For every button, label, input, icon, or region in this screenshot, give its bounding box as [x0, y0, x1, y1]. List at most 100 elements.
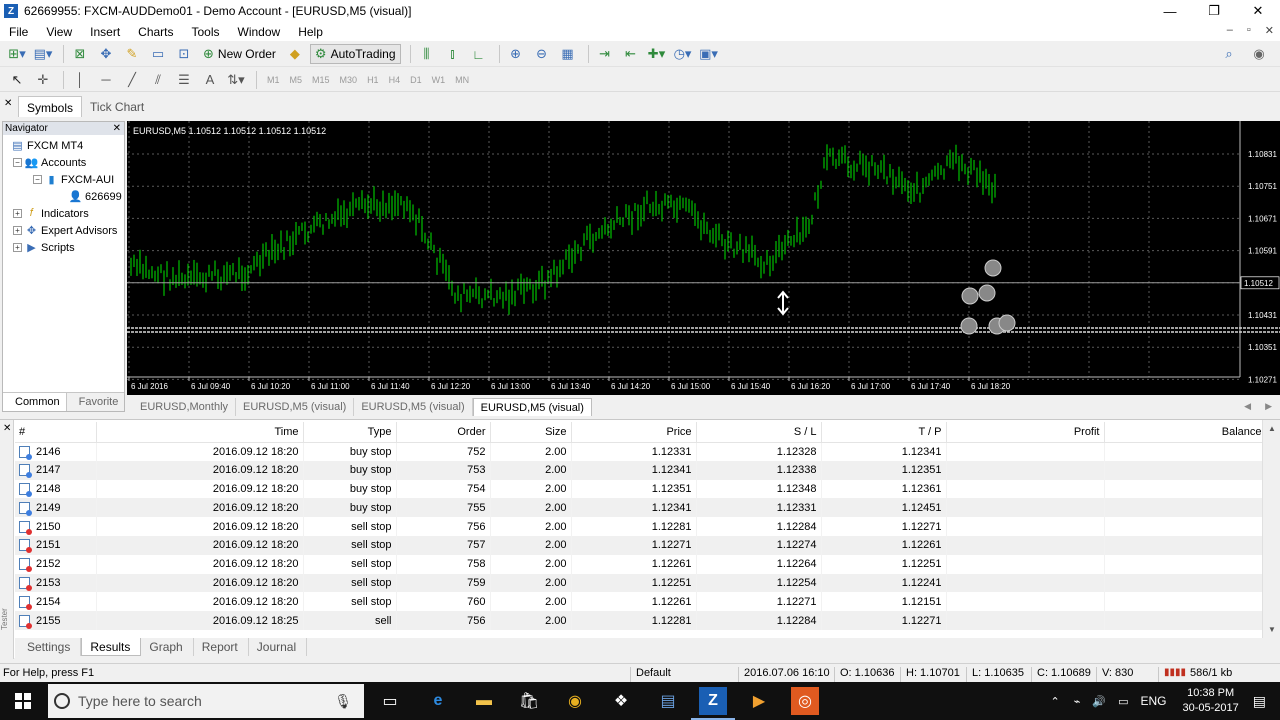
tab-journal[interactable]: Journal — [249, 638, 308, 656]
navigator-close-icon[interactable]: ✕ — [113, 123, 124, 134]
menu-tools[interactable]: Tools — [183, 25, 229, 39]
chart-tab-visual-3[interactable]: EURUSD,M5 (visual) — [472, 398, 592, 416]
column-price[interactable]: Price — [571, 422, 697, 443]
indicators-icon[interactable]: ✚▾ — [646, 44, 668, 64]
fibonacci-icon[interactable]: ☰ — [173, 70, 195, 90]
dropbox-icon[interactable]: ❖ — [607, 687, 635, 715]
table-row[interactable]: 2151 2016.09.12 18:20 sell stop 757 2.00 1.12… — [15, 535, 1267, 555]
text-icon[interactable]: A — [199, 70, 221, 90]
collapse-icon[interactable]: − — [13, 158, 22, 167]
tree-item-indicators[interactable]: + 𝑓 Indicators — [13, 205, 89, 222]
table-row[interactable]: 2152 2016.09.12 18:20 sell stop 758 2.00 1.12… — [15, 554, 1267, 574]
menu-view[interactable]: View — [37, 25, 81, 39]
terminal-icon[interactable]: ▭ — [147, 44, 169, 64]
tester-scrollbar[interactable]: ▲ ▼ — [1262, 420, 1280, 638]
column-balance[interactable]: Balance — [1104, 422, 1267, 443]
start-button[interactable] — [0, 682, 46, 720]
zoom-in-icon[interactable]: ⊕ — [505, 44, 527, 64]
menu-insert[interactable]: Insert — [81, 25, 129, 39]
timeframe-h1[interactable]: H1 — [362, 75, 384, 85]
timeframe-m5[interactable]: M5 — [285, 75, 308, 85]
file-explorer-icon[interactable]: ▬ — [470, 687, 498, 715]
timeframe-d1[interactable]: D1 — [405, 75, 427, 85]
table-row[interactable]: 2148 2016.09.12 18:20 buy stop 754 2.00 1.123… — [15, 479, 1267, 499]
recorder-icon[interactable]: ◎ — [791, 687, 819, 715]
chart-tab-monthly[interactable]: EURUSD,Monthly — [133, 398, 237, 416]
price-chart[interactable]: 1.10831 1.10751 1.10671 1.10591 1.10512 1.104… — [127, 121, 1280, 395]
timeframe-m15[interactable]: M15 — [307, 75, 335, 85]
tab-common[interactable]: Common — [3, 393, 67, 411]
symbols-bar-close-icon[interactable]: ✕ — [4, 98, 12, 109]
tab-favorite[interactable]: Favorite — [67, 393, 125, 411]
taskbar-search-box[interactable]: Type here to search 🎙 — [48, 684, 364, 718]
new-chart-icon[interactable]: ⊞ ▾ — [6, 44, 28, 64]
network-icon[interactable]: ⌁ — [1074, 695, 1081, 708]
column-order[interactable]: Order — [396, 422, 491, 443]
status-profile[interactable]: Default — [636, 667, 671, 679]
tester-close-icon[interactable]: ✕ — [3, 423, 11, 434]
column-time[interactable]: Time — [96, 422, 304, 443]
app-icon-generic[interactable]: ▤ — [654, 687, 682, 715]
mdi-close-icon[interactable]: ✕ — [1265, 24, 1274, 37]
battery-icon[interactable]: ▭ — [1118, 695, 1128, 708]
mdi-restore-icon[interactable]: ▫ — [1247, 24, 1251, 37]
table-row[interactable]: 2150 2016.09.12 18:20 sell stop 756 2.00 1.12… — [15, 517, 1267, 536]
column-number[interactable]: # — [15, 422, 97, 443]
metaeditor-icon[interactable]: ◆ — [284, 44, 306, 64]
clock[interactable]: 10:38 PM 30-05-2017 — [1182, 686, 1238, 716]
tree-item-account-number[interactable]: 👤 626699 — [69, 188, 122, 205]
table-row[interactable]: 2153 2016.09.12 18:20 sell stop 759 2.00 1.12… — [15, 573, 1267, 593]
table-row[interactable]: 2147 2016.09.12 18:20 buy stop 753 2.00 1.123… — [15, 460, 1267, 480]
channel-icon[interactable]: ⫽ — [147, 70, 169, 90]
tray-overflow-icon[interactable]: ⌃ — [1051, 695, 1060, 708]
column-sl[interactable]: S / L — [696, 422, 822, 443]
media-player-icon[interactable]: ▶ — [745, 687, 773, 715]
action-center-icon[interactable]: ▤ — [1253, 693, 1266, 710]
autotrading-button[interactable]: ⚙ AutoTrading — [309, 44, 401, 64]
scroll-up-icon[interactable]: ▲ — [1268, 424, 1276, 433]
cursor-icon[interactable]: ↖ — [6, 70, 28, 90]
expand-icon[interactable]: + — [13, 209, 22, 218]
candlestick-icon[interactable]: ⫾ — [442, 44, 464, 64]
tab-graph[interactable]: Graph — [141, 638, 194, 656]
tab-tick-chart[interactable]: Tick Chart — [82, 96, 152, 117]
tab-symbols[interactable]: Symbols — [18, 96, 83, 117]
tile-windows-icon[interactable]: ▦ — [557, 44, 579, 64]
edge-icon[interactable]: e — [424, 687, 452, 715]
menu-window[interactable]: Window — [229, 25, 290, 39]
menu-help[interactable]: Help — [289, 25, 332, 39]
collapse-icon[interactable]: − — [33, 175, 42, 184]
mdi-minimize-icon[interactable]: – — [1227, 24, 1233, 37]
tree-item-scripts[interactable]: + ▶ Scripts — [13, 239, 75, 256]
navigator-icon[interactable]: ✎ — [121, 44, 143, 64]
menu-charts[interactable]: Charts — [129, 25, 182, 39]
bar-chart-icon[interactable]: ⫼ — [416, 44, 438, 64]
tree-item-fxcm-mt4[interactable]: ▤ FXCM MT4 — [11, 137, 83, 154]
search-icon[interactable]: ⌕ — [1218, 44, 1240, 64]
metatrader-icon[interactable]: Z — [691, 687, 735, 720]
chart-tab-visual-2[interactable]: EURUSD,M5 (visual) — [354, 398, 473, 416]
tree-item-accounts[interactable]: − 👥 Accounts — [13, 154, 86, 171]
microphone-icon[interactable]: 🎙 — [334, 693, 352, 710]
language-indicator[interactable]: ENG — [1140, 694, 1166, 708]
store-icon[interactable]: 🛍 — [515, 687, 543, 715]
expand-icon[interactable]: + — [13, 243, 22, 252]
tree-item-expert-advisors[interactable]: + ✥ Expert Advisors — [13, 222, 117, 239]
zoom-out-icon[interactable]: ⊖ — [531, 44, 553, 64]
column-tp[interactable]: T / P — [821, 422, 947, 443]
task-view-icon[interactable]: ▭ — [376, 687, 404, 715]
timeframe-w1[interactable]: W1 — [427, 75, 451, 85]
new-order-button[interactable]: ⊕ New Order — [199, 44, 280, 64]
timeframe-m30[interactable]: M30 — [335, 75, 363, 85]
periods-icon[interactable]: ◷▾ — [672, 44, 694, 64]
chart-tab-visual-1[interactable]: EURUSD,M5 (visual) — [236, 398, 355, 416]
volume-icon[interactable]: 🔊 — [1092, 695, 1106, 708]
table-row[interactable]: 2154 2016.09.12 18:20 sell stop 760 2.00 1.12… — [15, 592, 1267, 612]
horizontal-line-icon[interactable]: ─ — [95, 70, 117, 90]
minimize-button[interactable]: — — [1148, 0, 1192, 22]
templates-icon[interactable]: ▣▾ — [698, 44, 720, 64]
data-window-icon[interactable]: ✥ — [95, 44, 117, 64]
auto-scroll-icon[interactable]: ⇥ — [594, 44, 616, 64]
trendline-icon[interactable]: ╱ — [121, 70, 143, 90]
expand-icon[interactable]: + — [13, 226, 22, 235]
